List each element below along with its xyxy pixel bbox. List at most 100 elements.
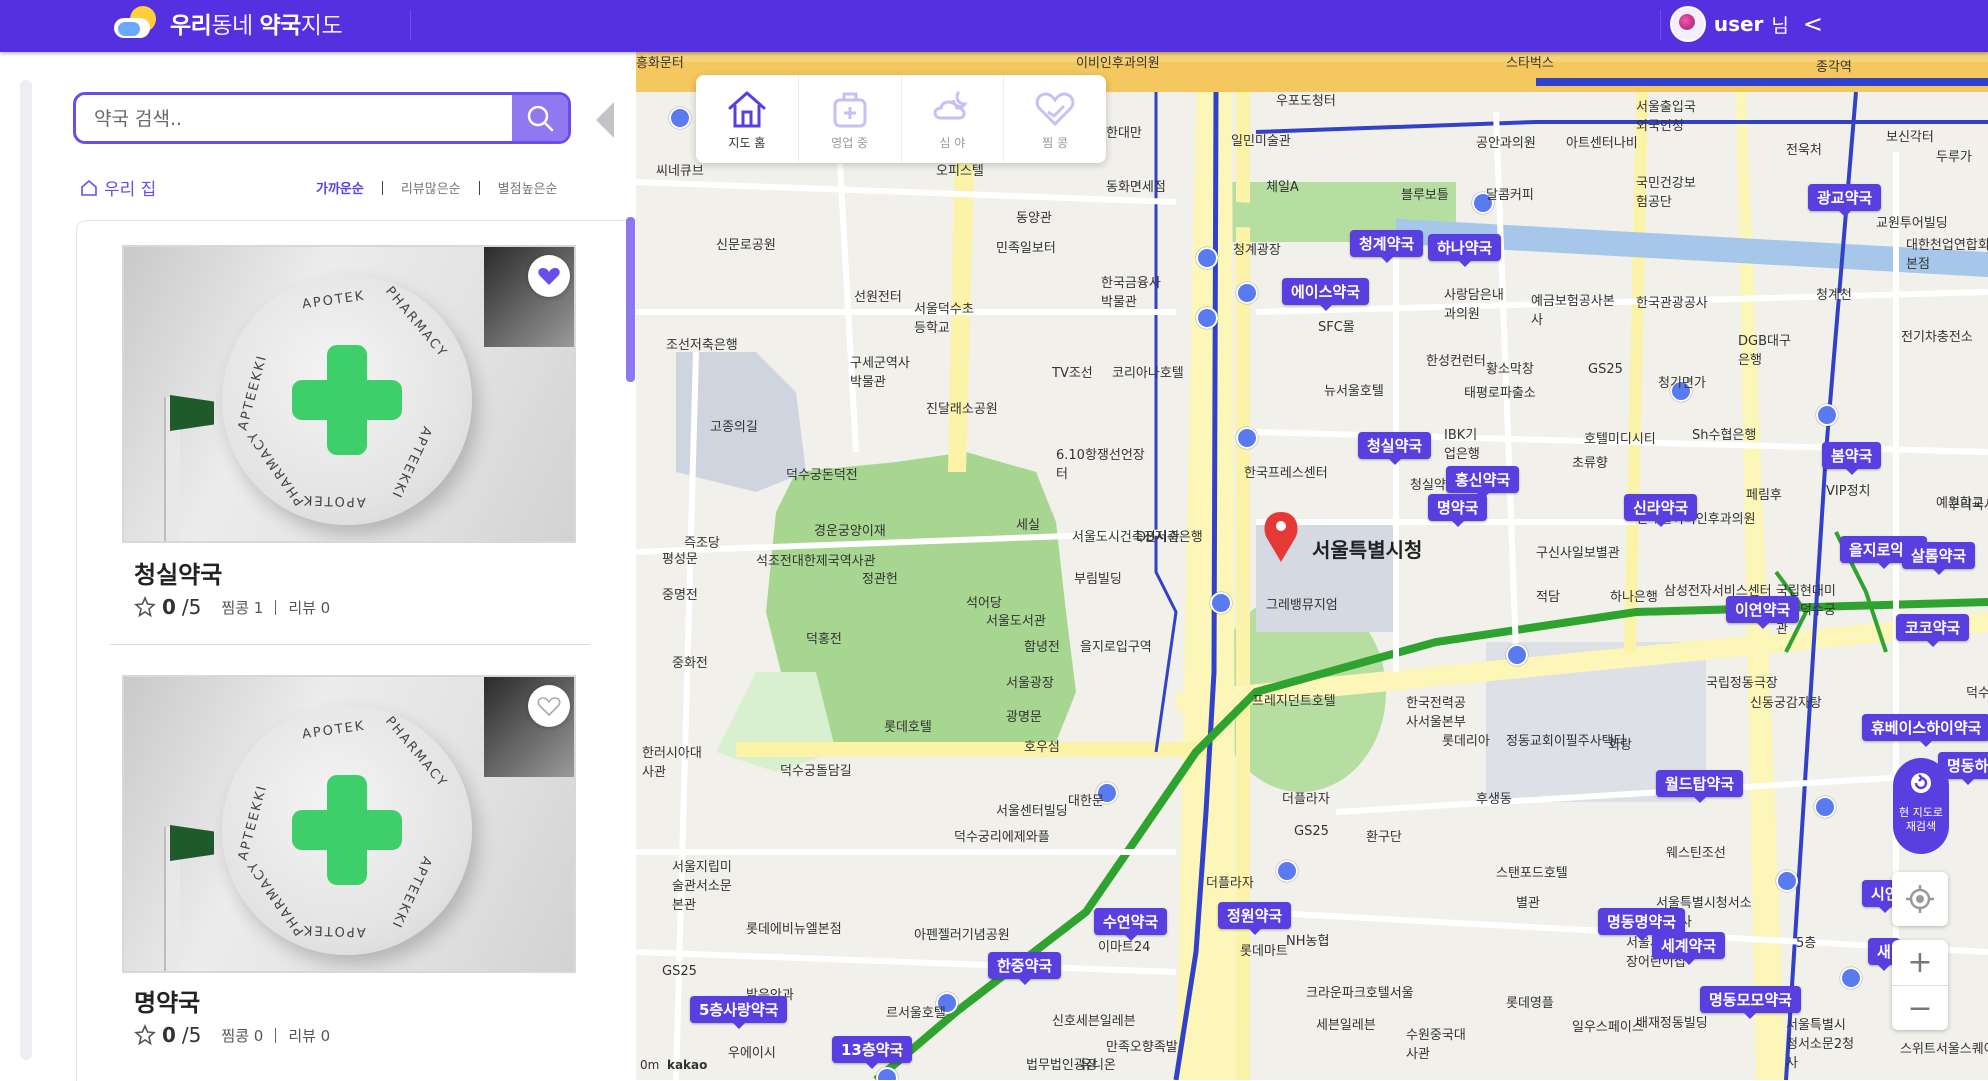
review-count: 리뷰 0	[288, 1026, 331, 1045]
bus-stop-icon[interactable]	[1196, 307, 1218, 329]
pharmacy-marker[interactable]: 세계약국	[1652, 932, 1726, 965]
map-label: 만족오향족발	[1106, 1040, 1178, 1055]
map-label: 더플라자	[1282, 792, 1330, 807]
map-label: 법무법인광장	[1026, 1058, 1098, 1073]
home-icon	[81, 179, 97, 196]
pharmacy-marker[interactable]: 청실약국	[1358, 432, 1432, 465]
map-label: 국립정동극장	[1706, 676, 1778, 691]
sort-divider	[478, 180, 480, 195]
favorites-tab[interactable]: 찜 콩	[1004, 75, 1106, 163]
zoom-in-button[interactable]: +	[1892, 940, 1948, 986]
bus-stop-icon[interactable]	[1236, 427, 1258, 449]
user-name: user	[1713, 12, 1764, 36]
pharmacy-marker[interactable]: 휴베이스하이약국	[1862, 714, 1988, 747]
pharmacy-name[interactable]: 명약국	[134, 983, 200, 1018]
home-label: 우리 집	[104, 180, 157, 200]
pharmacy-marker[interactable]: 정원약국	[1218, 902, 1292, 935]
pharmacy-marker[interactable]: 명동모모약국	[1700, 986, 1801, 1019]
sort-options: 가까운순 리뷰많은순 별점높은순	[316, 178, 557, 197]
pharmacy-marker[interactable]: 홍신약국	[1446, 466, 1520, 499]
outer-scrollbar[interactable]	[20, 80, 32, 1060]
pharmacy-marker[interactable]: 신라약국	[1624, 494, 1698, 527]
pharmacy-marker[interactable]: 월드탑약국	[1656, 770, 1744, 803]
open-now-tab[interactable]: 영업 중	[799, 75, 902, 163]
map-label: 한국관광공사	[1636, 296, 1708, 311]
user-suffix: 님	[1771, 14, 1789, 37]
bus-stop-icon[interactable]	[1236, 282, 1258, 304]
pharmacy-marker[interactable]: 명동명약국	[1598, 908, 1686, 941]
bus-stop-icon[interactable]	[1816, 404, 1838, 426]
map-label: 프레지던트호텔	[1252, 694, 1336, 709]
sort-highest-rating[interactable]: 별점높은순	[498, 178, 558, 197]
favorite-button[interactable]	[528, 255, 570, 297]
pharmacy-marker[interactable]: 살롬약국	[1902, 542, 1976, 575]
pharmacy-marker[interactable]: 청계약국	[1350, 230, 1424, 263]
map-label: Sh수협은행	[1692, 428, 1757, 443]
map-label: 민족일보터	[996, 241, 1056, 256]
map-home-tab[interactable]: 지도 홈	[696, 75, 799, 163]
map-label: TV조선	[1052, 366, 1093, 381]
pharmacy-card[interactable]: APOTEK PHARMACY APTEEKKI APTEEKKI APOTEK…	[110, 245, 600, 619]
map-label: 신문로공원	[716, 238, 776, 253]
pharmacy-marker[interactable]: 한중약국	[988, 952, 1062, 985]
bus-stop-icon[interactable]	[669, 107, 691, 129]
map-label: 회랑	[1608, 738, 1632, 753]
map-label: 롯데에비뉴엘본점	[746, 922, 842, 937]
night-tab[interactable]: 심 야	[902, 75, 1005, 163]
map-label: 한러시아대사관	[642, 746, 702, 780]
pharmacy-marker[interactable]: 에이스약국	[1282, 278, 1370, 311]
map-label: 스탠포드호텔	[1496, 866, 1568, 881]
search-input[interactable]	[76, 95, 536, 141]
current-location-button[interactable]	[1892, 872, 1948, 926]
user-menu[interactable]: user 님 <	[1669, 6, 1823, 42]
favorite-button[interactable]	[528, 685, 570, 727]
bus-stop-icon[interactable]	[1840, 967, 1862, 989]
map-view[interactable]: 흥화문터 이비인후과의원 종각역 스타벅스 우포도청터 서울출입국외국인청 공안…	[636, 52, 1988, 1080]
map-label: 석조전대한제국역사관	[756, 554, 876, 569]
map-label: 적담	[1536, 590, 1560, 605]
research-current-map-button[interactable]: 현 지도로 재검색	[1893, 758, 1949, 854]
bus-stop-icon[interactable]	[1210, 592, 1232, 614]
bus-stop-icon[interactable]	[1276, 860, 1298, 882]
collapse-panel-icon[interactable]	[596, 102, 614, 138]
pharmacy-photo: APOTEK PHARMACY APTEEKKI APTEEKKI APOTEK…	[122, 245, 576, 543]
map-label: 롯데영플	[1506, 996, 1554, 1011]
map-label: 서울특별시청서소문2청사	[1786, 1018, 1855, 1071]
pharmacy-marker[interactable]: 명약국	[1428, 494, 1488, 527]
medical-bag-icon	[833, 92, 867, 127]
map-label: 교원투어빌딩	[1876, 216, 1948, 231]
bus-stop-icon[interactable]	[1196, 247, 1218, 269]
bus-stop-icon[interactable]	[1776, 870, 1798, 892]
map-label: 전욱처	[1786, 143, 1822, 158]
search-button[interactable]	[512, 95, 568, 141]
pharmacy-marker[interactable]: 수연약국	[1094, 908, 1168, 941]
map-label: 덕홍전	[806, 632, 842, 647]
sort-nearest[interactable]: 가까운순	[316, 178, 364, 197]
bus-stop-icon[interactable]	[1814, 796, 1836, 818]
pharmacy-marker[interactable]: 코코약국	[1896, 614, 1970, 647]
map-label: 동화면세점	[1106, 180, 1166, 195]
pharmacy-card[interactable]: APOTEK PHARMACY APTEEKKI APTEEKKI APOTEK…	[110, 675, 600, 1075]
pharmacy-marker[interactable]: 5층사랑약국	[690, 996, 788, 1029]
map-label: 중화전	[672, 656, 708, 671]
bus-stop-icon[interactable]	[1506, 644, 1528, 666]
chevron-left-icon[interactable]: <	[1803, 10, 1823, 38]
app-logo[interactable]: 우리동네 약국지도	[112, 6, 343, 40]
pharmacy-marker[interactable]: 광교약국	[1808, 184, 1882, 217]
map-label: 정관헌	[862, 572, 898, 587]
map-label: 한국금융사박물관	[1101, 276, 1161, 310]
pharmacy-marker[interactable]: 이연약국	[1726, 596, 1800, 629]
zoom-out-button[interactable]: −	[1892, 986, 1948, 1031]
map-label: 대한천업연합회본점	[1906, 238, 1988, 272]
map-label: 후생동	[1476, 792, 1512, 807]
review-count: 리뷰 0	[288, 598, 331, 617]
home-location-link[interactable]: 우리 집	[80, 175, 156, 200]
sort-most-reviews[interactable]: 리뷰많은순	[401, 178, 461, 197]
pharmacy-marker[interactable]: 13층약국	[832, 1036, 913, 1069]
pharmacy-name[interactable]: 청실약국	[134, 555, 222, 590]
pharmacy-marker[interactable]: 하나약국	[1428, 234, 1502, 267]
pharmacy-marker[interactable]: 봄약국	[1822, 442, 1882, 475]
map-label: 코리아나호텔	[1112, 366, 1184, 381]
list-scrollbar-thumb[interactable]	[626, 217, 635, 382]
map-label: 덕수궁돈덕전	[786, 468, 858, 483]
